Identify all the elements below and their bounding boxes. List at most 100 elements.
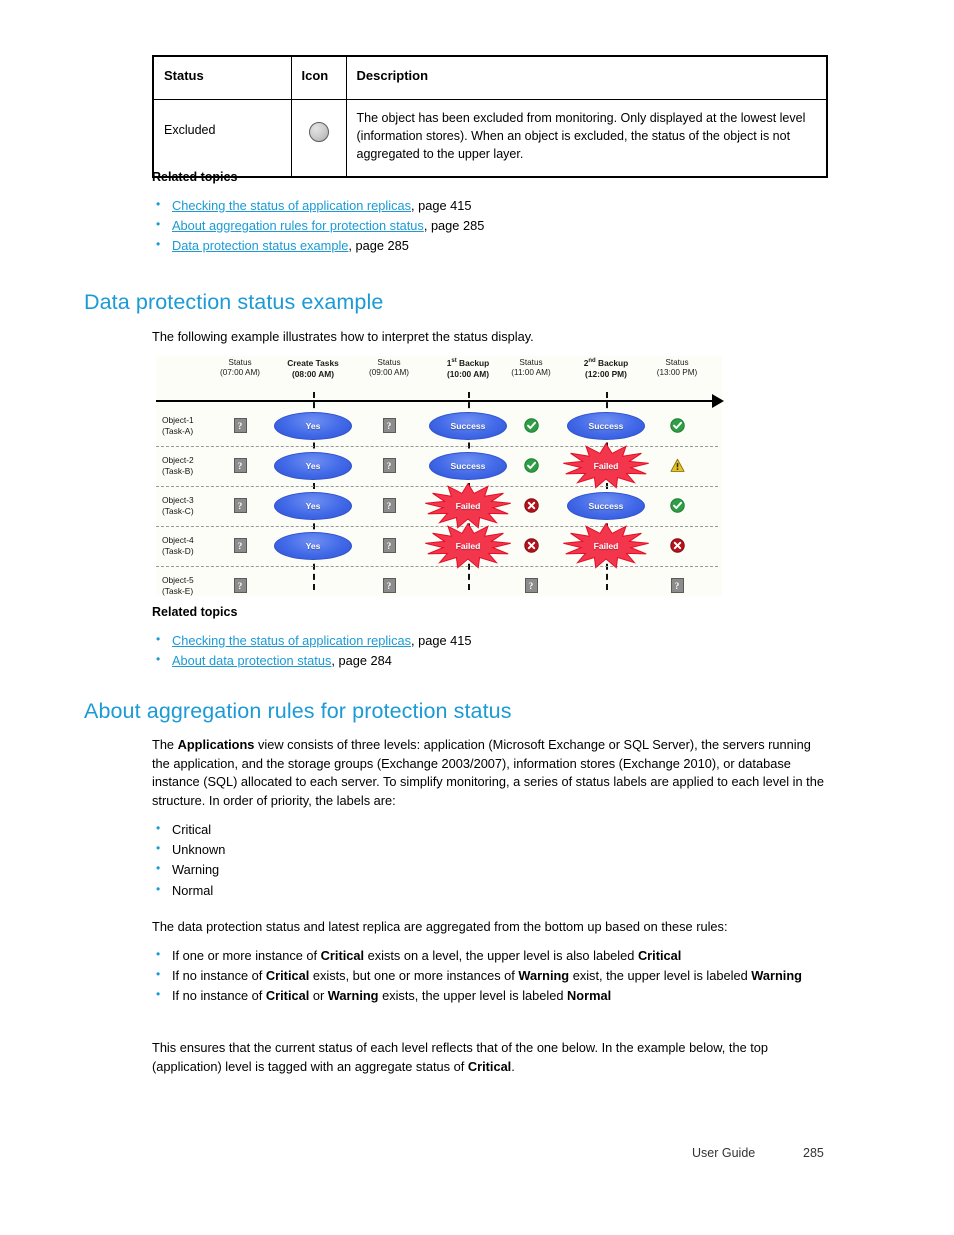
bold-term: Critical (265, 988, 310, 1004)
diagram-row: Object-5 (Task-E)???? (156, 566, 718, 606)
cell-status-description: The object has been excluded from monito… (345, 99, 828, 178)
link-page-suffix: , page 285 (348, 238, 409, 254)
success-check-icon (523, 418, 539, 433)
table-header-row: Status Icon Description (152, 55, 828, 101)
related-topics-heading-1: Related topics (152, 170, 238, 184)
object-name: Object-3 (162, 495, 194, 505)
object-name: Object-5 (162, 575, 194, 585)
unknown-status-icon: ? (233, 458, 247, 473)
link-checking-status-application-replicas-2[interactable]: Checking the status of application repli… (172, 633, 411, 648)
diagram-row-label: Object-1 (Task-A) (162, 415, 232, 437)
link-about-data-protection-status[interactable]: About data protection status (172, 653, 331, 668)
bold-term: Critical (320, 948, 365, 963)
bold-applications: Applications (177, 737, 255, 752)
list-item-rule-3: If no instance of Critical or Warning ex… (148, 985, 828, 1005)
status-legend-table: Status Icon Description Excluded The obj… (152, 55, 828, 178)
success-check-icon (523, 458, 539, 473)
status-labels-list: Critical Unknown Warning Normal (148, 819, 648, 901)
rule-text: If no instance of (172, 968, 266, 984)
object-name: Object-2 (162, 455, 194, 465)
unknown-status-icon: ? (382, 578, 396, 593)
bold-term: Warning (518, 968, 570, 984)
cell-status-icon (290, 99, 347, 178)
cell-status-name: Excluded (152, 99, 292, 178)
unknown-status-icon: ? (382, 498, 396, 513)
intro-paragraph: The following example illustrates how to… (152, 329, 534, 344)
list-item: Data protection status example, page 285 (148, 235, 748, 255)
bold-term: Normal (567, 988, 612, 1004)
bold-term: Warning (327, 988, 379, 1004)
task-name: (Task-A) (162, 425, 194, 436)
list-item-normal: Normal (148, 880, 648, 900)
task-name: (Task-B) (162, 465, 194, 476)
task-name: (Task-D) (162, 545, 194, 556)
task-node-yes: Yes (274, 412, 352, 440)
bold-term: Critical (637, 948, 682, 963)
task-node-yes: Yes (274, 492, 352, 520)
diagram-column-header: Status (13:00 PM) (632, 358, 722, 379)
task-node-yes: Yes (274, 452, 352, 480)
task-node-success: Success (567, 492, 645, 520)
critical-error-icon (669, 538, 685, 553)
para-text: This ensures that the current status of … (152, 1040, 769, 1074)
link-checking-status-application-replicas[interactable]: Checking the status of application repli… (172, 198, 411, 213)
object-name: Object-1 (162, 415, 194, 425)
failed-burst-node: Failed (563, 443, 649, 489)
link-about-aggregation-rules[interactable]: About aggregation rules for protection s… (172, 218, 424, 233)
para-text: . (511, 1058, 515, 1074)
link-page-suffix: , page 285 (423, 218, 485, 234)
diagram-row: Object-3 (Task-C)? Yes? Failed Success (156, 483, 718, 529)
diagram-row-label: Object-4 (Task-D) (162, 535, 232, 557)
column-header-status: Status (152, 55, 292, 101)
related-topics-heading-2: Related topics (152, 605, 238, 619)
success-check-icon (669, 498, 685, 513)
rule-text: If one or more instance of (172, 948, 321, 963)
rule-text: exists on a level, the upper level is al… (364, 948, 638, 963)
unknown-status-icon: ? (382, 538, 396, 553)
diagram-row-label: Object-3 (Task-C) (162, 495, 232, 517)
unknown-status-icon: ? (382, 418, 396, 433)
unknown-status-icon: ? (233, 538, 247, 553)
task-node-success: Success (429, 452, 507, 480)
list-item: Checking the status of application repli… (148, 630, 748, 650)
timeline-axis (156, 400, 716, 402)
link-data-protection-status-example[interactable]: Data protection status example (172, 238, 348, 253)
list-item-warning: Warning (148, 859, 648, 879)
success-check-icon (669, 418, 685, 433)
task-name: (Task-E) (162, 585, 194, 596)
aggregation-intro-paragraph: The data protection status and latest re… (152, 919, 728, 934)
list-item: Checking the status of application repli… (148, 195, 748, 215)
page-title-data-protection-status-example: Data protection status example (84, 290, 384, 314)
rule-text: exists, the upper level is labeled (378, 988, 568, 1004)
gray-circle-icon (308, 122, 329, 143)
para-text: The (152, 737, 178, 752)
unknown-status-icon: ? (524, 578, 538, 593)
bold-critical: Critical (467, 1058, 512, 1074)
related-topics-list-2: Checking the status of application repli… (148, 630, 748, 671)
list-item: About aggregation rules for protection s… (148, 215, 748, 235)
task-node-success: Success (429, 412, 507, 440)
diagram-row: Object-2 (Task-B)? Yes? Success Failed (156, 443, 718, 489)
table-row: Excluded The object has been excluded fr… (152, 99, 828, 178)
applications-view-paragraph: The Applications view consists of three … (152, 736, 830, 810)
object-name: Object-4 (162, 535, 194, 545)
list-item: About data protection status, page 284 (148, 650, 748, 670)
rule-text: If no instance of (172, 988, 266, 1004)
column-time: (09:00 AM) (368, 368, 410, 378)
diagram-column-header: Status (09:00 AM) (344, 358, 434, 379)
rule-text: exist, the upper level is labeled (569, 968, 752, 984)
diagram-row: Object-4 (Task-D)? Yes? Failed Failed (156, 523, 718, 569)
critical-error-icon (523, 538, 539, 553)
column-header-description: Description (345, 55, 828, 101)
rule-text: exists, but one or more instances of (309, 968, 519, 984)
warning-triangle-icon (669, 458, 685, 473)
task-node-yes: Yes (274, 532, 352, 560)
list-item-rule-1: If one or more instance of Critical exis… (148, 945, 828, 965)
aggregation-rules-list: If one or more instance of Critical exis… (148, 945, 828, 1007)
failed-burst-node: Failed (425, 523, 511, 569)
unknown-status-icon: ? (233, 578, 247, 593)
closing-paragraph: This ensures that the current status of … (152, 1039, 832, 1076)
column-header-icon: Icon (290, 55, 347, 101)
list-item-critical: Critical (148, 819, 648, 839)
bold-term: Critical (265, 968, 310, 984)
